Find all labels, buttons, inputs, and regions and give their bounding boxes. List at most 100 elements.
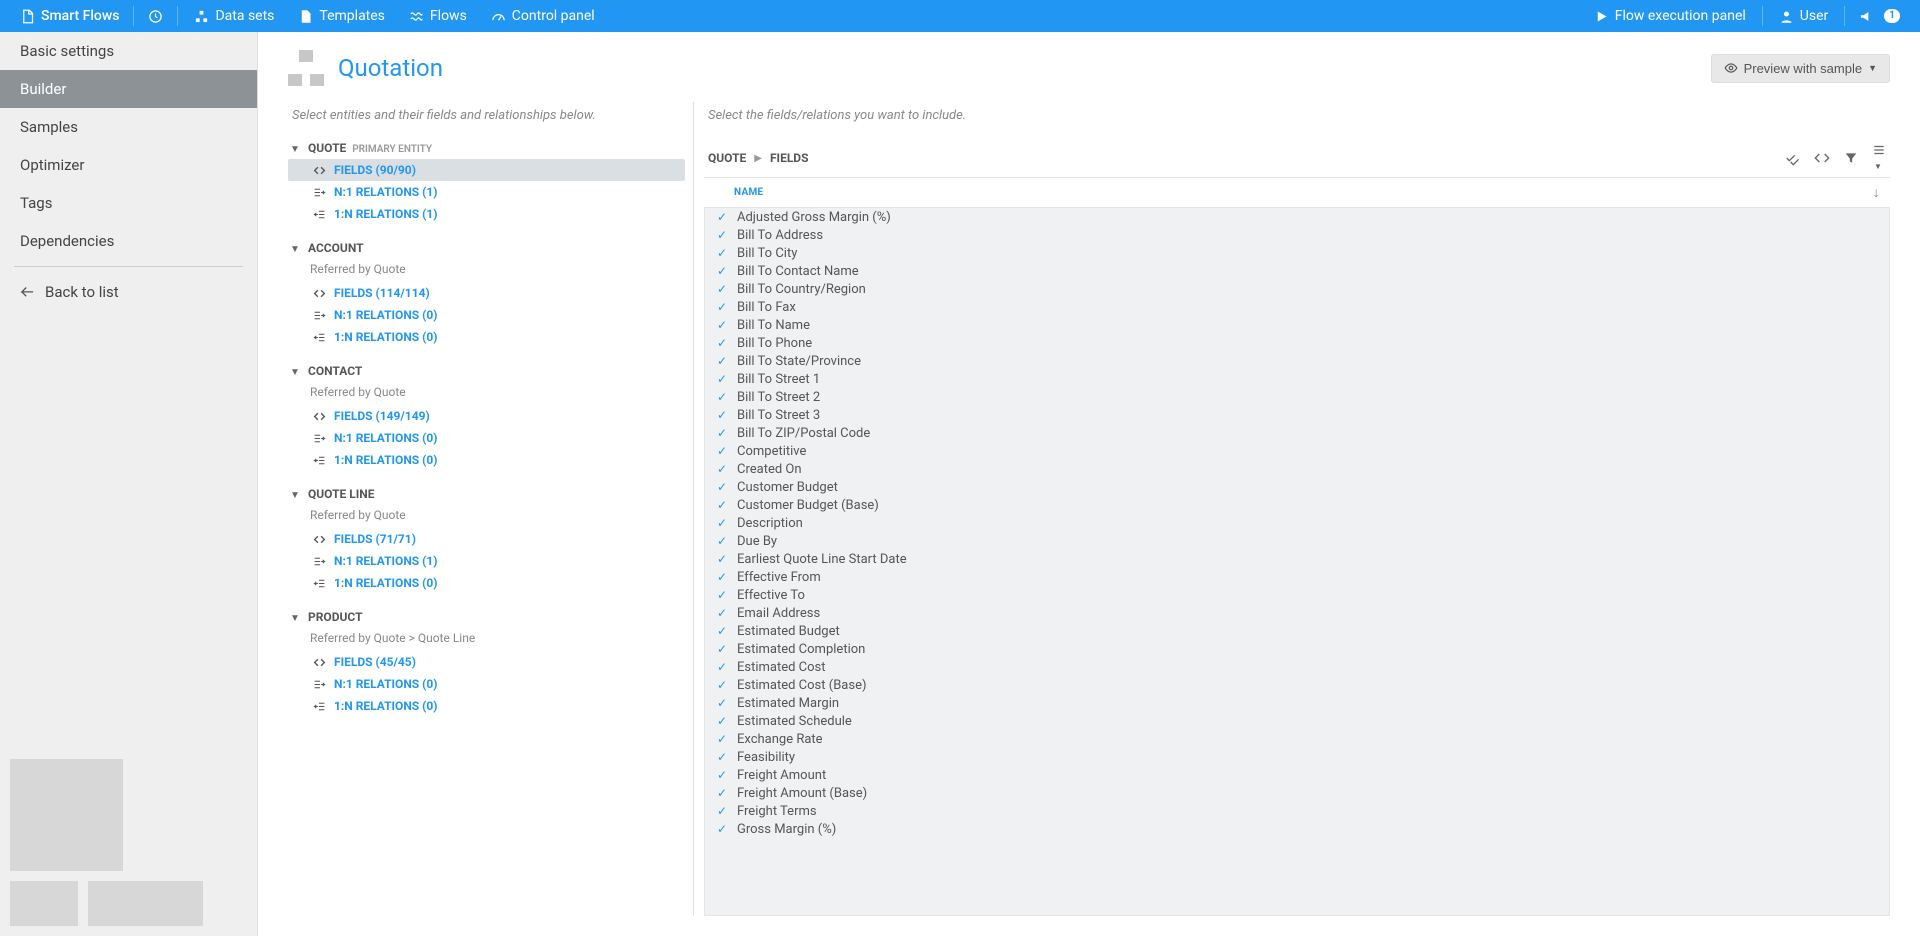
field-label: Due By: [737, 534, 777, 549]
fields-list[interactable]: ✓Adjusted Gross Margin (%)✓Bill To Addre…: [704, 208, 1890, 916]
field-row[interactable]: ✓Earliest Quote Line Start Date: [705, 550, 1889, 568]
breadcrumb-root[interactable]: QUOTE: [708, 151, 746, 165]
field-row[interactable]: ✓Effective To: [705, 586, 1889, 604]
entity-row[interactable]: FIELDS (149/149): [288, 405, 685, 427]
sidebar-item-dependencies[interactable]: Dependencies: [0, 222, 257, 260]
field-row[interactable]: ✓Adjusted Gross Margin (%): [705, 208, 1889, 226]
field-row[interactable]: ✓Bill To ZIP/Postal Code: [705, 424, 1889, 442]
thumb: [10, 759, 123, 871]
entity-name: CONTACT: [308, 364, 362, 378]
entity-sub: Referred by Quote: [288, 382, 685, 405]
nav-notifications[interactable]: 1: [1849, 0, 1910, 32]
sidebar-item-samples[interactable]: Samples: [0, 108, 257, 146]
field-row[interactable]: ✓Bill To Phone: [705, 334, 1889, 352]
field-row[interactable]: ✓Estimated Completion: [705, 640, 1889, 658]
field-row[interactable]: ✓Bill To Street 3: [705, 406, 1889, 424]
entity-row[interactable]: 1:N RELATIONS (1): [288, 203, 685, 225]
thumb: [10, 881, 78, 926]
sidebar-back-label: Back to list: [45, 283, 119, 301]
page-header: Quotation Preview with sample ▼: [258, 32, 1920, 102]
entity-row[interactable]: 1:N RELATIONS (0): [288, 695, 685, 717]
entity-row[interactable]: 1:N RELATIONS (0): [288, 572, 685, 594]
check-icon: ✓: [715, 318, 729, 332]
sidebar-item-basic[interactable]: Basic settings: [0, 32, 257, 70]
nav-templates[interactable]: Templates: [286, 0, 397, 32]
entity-row[interactable]: FIELDS (90/90): [288, 159, 685, 181]
entity-head[interactable]: ▼CONTACT: [288, 360, 685, 382]
field-row[interactable]: ✓Freight Amount: [705, 766, 1889, 784]
entity-tree[interactable]: ▼QUOTE PRIMARY ENTITYFIELDS (90/90)N:1 R…: [288, 137, 693, 916]
entity-row[interactable]: N:1 RELATIONS (1): [288, 181, 685, 203]
entity-row[interactable]: 1:N RELATIONS (0): [288, 326, 685, 348]
check-icon: ✓: [715, 444, 729, 458]
sort-down-icon[interactable]: ↓: [1873, 184, 1880, 201]
field-row[interactable]: ✓Freight Terms: [705, 802, 1889, 820]
entity-row[interactable]: N:1 RELATIONS (1): [288, 550, 685, 572]
sidebar-back[interactable]: Back to list: [0, 273, 257, 311]
fields-header[interactable]: NAME ↓: [704, 177, 1890, 208]
entity-row[interactable]: N:1 RELATIONS (0): [288, 673, 685, 695]
field-row[interactable]: ✓Estimated Cost: [705, 658, 1889, 676]
entity-row[interactable]: 1:N RELATIONS (0): [288, 449, 685, 471]
sidebar-item-optimizer[interactable]: Optimizer: [0, 146, 257, 184]
sidebar-item-tags[interactable]: Tags: [0, 184, 257, 222]
entity-row[interactable]: N:1 RELATIONS (0): [288, 427, 685, 449]
entity-head[interactable]: ▼ACCOUNT: [288, 237, 685, 259]
field-row[interactable]: ✓Bill To Name: [705, 316, 1889, 334]
check-icon: ✓: [715, 264, 729, 278]
sidebar-item-builder[interactable]: Builder: [0, 70, 257, 108]
field-row[interactable]: ✓Estimated Cost (Base): [705, 676, 1889, 694]
nav-user-label: User: [1800, 8, 1828, 24]
field-row[interactable]: ✓Bill To City: [705, 244, 1889, 262]
entity-row[interactable]: N:1 RELATIONS (0): [288, 304, 685, 326]
field-row[interactable]: ✓Email Address: [705, 604, 1889, 622]
field-row[interactable]: ✓Freight Amount (Base): [705, 784, 1889, 802]
entity-row[interactable]: FIELDS (45/45): [288, 651, 685, 673]
field-label: Bill To Phone: [737, 336, 812, 351]
entity-row[interactable]: FIELDS (71/71): [288, 528, 685, 550]
field-row[interactable]: ✓Estimated Budget: [705, 622, 1889, 640]
entity-head[interactable]: ▼QUOTE PRIMARY ENTITY: [288, 137, 685, 159]
nav-controlpanel-label: Control panel: [512, 8, 595, 24]
field-row[interactable]: ✓Estimated Schedule: [705, 712, 1889, 730]
field-row[interactable]: ✓Bill To Fax: [705, 298, 1889, 316]
field-label: Bill To Street 3: [737, 408, 820, 423]
field-label: Competitive: [737, 444, 806, 459]
field-row[interactable]: ✓Customer Budget: [705, 478, 1889, 496]
field-row[interactable]: ✓Bill To Contact Name: [705, 262, 1889, 280]
nav-history[interactable]: [138, 0, 173, 32]
field-row[interactable]: ✓Bill To Street 1: [705, 370, 1889, 388]
field-row[interactable]: ✓Bill To Country/Region: [705, 280, 1889, 298]
field-row[interactable]: ✓ Competitive: [705, 442, 1889, 460]
field-row[interactable]: ✓Bill To State/Province: [705, 352, 1889, 370]
nav-flow-exec[interactable]: Flow execution panel: [1582, 0, 1758, 32]
preview-button[interactable]: Preview with sample ▼: [1711, 54, 1890, 83]
field-row[interactable]: ✓Description: [705, 514, 1889, 532]
field-row[interactable]: ✓Bill To Street 2: [705, 388, 1889, 406]
entity-head[interactable]: ▼QUOTE LINE: [288, 483, 685, 505]
nav-flows[interactable]: Flows: [397, 0, 479, 32]
field-row[interactable]: ✓Feasibility: [705, 748, 1889, 766]
field-row[interactable]: ✓Bill To Address: [705, 226, 1889, 244]
filter-icon[interactable]: [1844, 151, 1858, 165]
list-menu-icon[interactable]: ▼: [1872, 143, 1886, 173]
field-row[interactable]: ✓Estimated Margin: [705, 694, 1889, 712]
field-row[interactable]: ✓Due By: [705, 532, 1889, 550]
field-row[interactable]: ✓Created On: [705, 460, 1889, 478]
nav-datasets[interactable]: Data sets: [182, 0, 286, 32]
nav-controlpanel[interactable]: Control panel: [479, 0, 607, 32]
field-row[interactable]: ✓Exchange Rate: [705, 730, 1889, 748]
field-row[interactable]: ✓Gross Margin (%): [705, 820, 1889, 838]
code-icon: [312, 655, 326, 669]
entity-row[interactable]: FIELDS (114/114): [288, 282, 685, 304]
field-row[interactable]: ✓Customer Budget (Base): [705, 496, 1889, 514]
select-all-icon[interactable]: [1784, 150, 1800, 166]
sidebar: Basic settings Builder Samples Optimizer…: [0, 32, 258, 936]
brand[interactable]: Smart Flows: [10, 0, 129, 32]
entity-head[interactable]: ▼PRODUCT: [288, 606, 685, 628]
nav-user[interactable]: User: [1767, 0, 1840, 32]
code-toggle-icon[interactable]: [1814, 150, 1830, 166]
chevron-right-icon: ▶: [754, 153, 762, 164]
field-row[interactable]: ✓Effective From: [705, 568, 1889, 586]
field-label: Exchange Rate: [737, 732, 823, 747]
